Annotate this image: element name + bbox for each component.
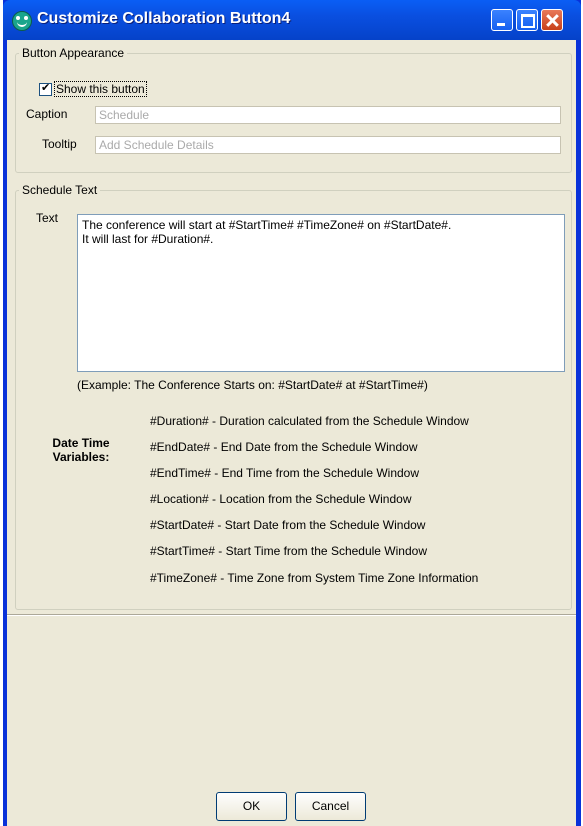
tooltip-input[interactable]: Add Schedule Details <box>95 136 561 154</box>
variable-item: #Location# - Location from the Schedule … <box>150 492 412 506</box>
cancel-button[interactable]: Cancel <box>295 792 366 821</box>
variable-item: #EndTime# - End Time from the Schedule W… <box>150 466 420 480</box>
close-button[interactable] <box>541 9 563 31</box>
dialog-window: Customize Collaboration Button4 Button A… <box>3 0 581 826</box>
variable-item: #StartTime# - Start Time from the Schedu… <box>150 544 427 558</box>
button-appearance-legend: Button Appearance <box>22 46 125 60</box>
title-bar[interactable]: Customize Collaboration Button4 <box>3 0 581 40</box>
variable-item: #TimeZone# - Time Zone from System Time … <box>150 571 479 585</box>
variable-item: #EndDate# - End Date from the Schedule W… <box>150 440 418 454</box>
ok-button[interactable]: OK <box>216 792 287 821</box>
show-button-checkbox[interactable] <box>39 81 52 96</box>
tooltip-label: Tooltip <box>42 137 77 151</box>
dialog-divider <box>7 614 576 616</box>
schedule-text-area[interactable]: The conference will start at #StartTime#… <box>77 214 565 372</box>
schedule-text-legend: Schedule Text <box>22 183 98 197</box>
text-label: Text <box>36 211 59 225</box>
window-title: Customize Collaboration Button4 <box>37 10 291 27</box>
minimize-button[interactable] <box>491 9 513 31</box>
caption-input[interactable]: Schedule <box>95 106 561 124</box>
date-time-variables-heading: Date Time Variables: <box>52 436 110 464</box>
show-button-label[interactable]: Show this button <box>54 81 147 97</box>
variable-item: #StartDate# - Start Date from the Schedu… <box>150 518 426 532</box>
variable-item: #Duration# - Duration calculated from th… <box>150 414 469 428</box>
caption-label: Caption <box>26 107 68 121</box>
example-text: (Example: The Conference Starts on: #Sta… <box>77 378 428 392</box>
maximize-button[interactable] <box>516 9 538 31</box>
collaboration-app-icon <box>12 11 32 31</box>
dialog-client-area: Button Appearance Show this button Capti… <box>7 40 576 826</box>
